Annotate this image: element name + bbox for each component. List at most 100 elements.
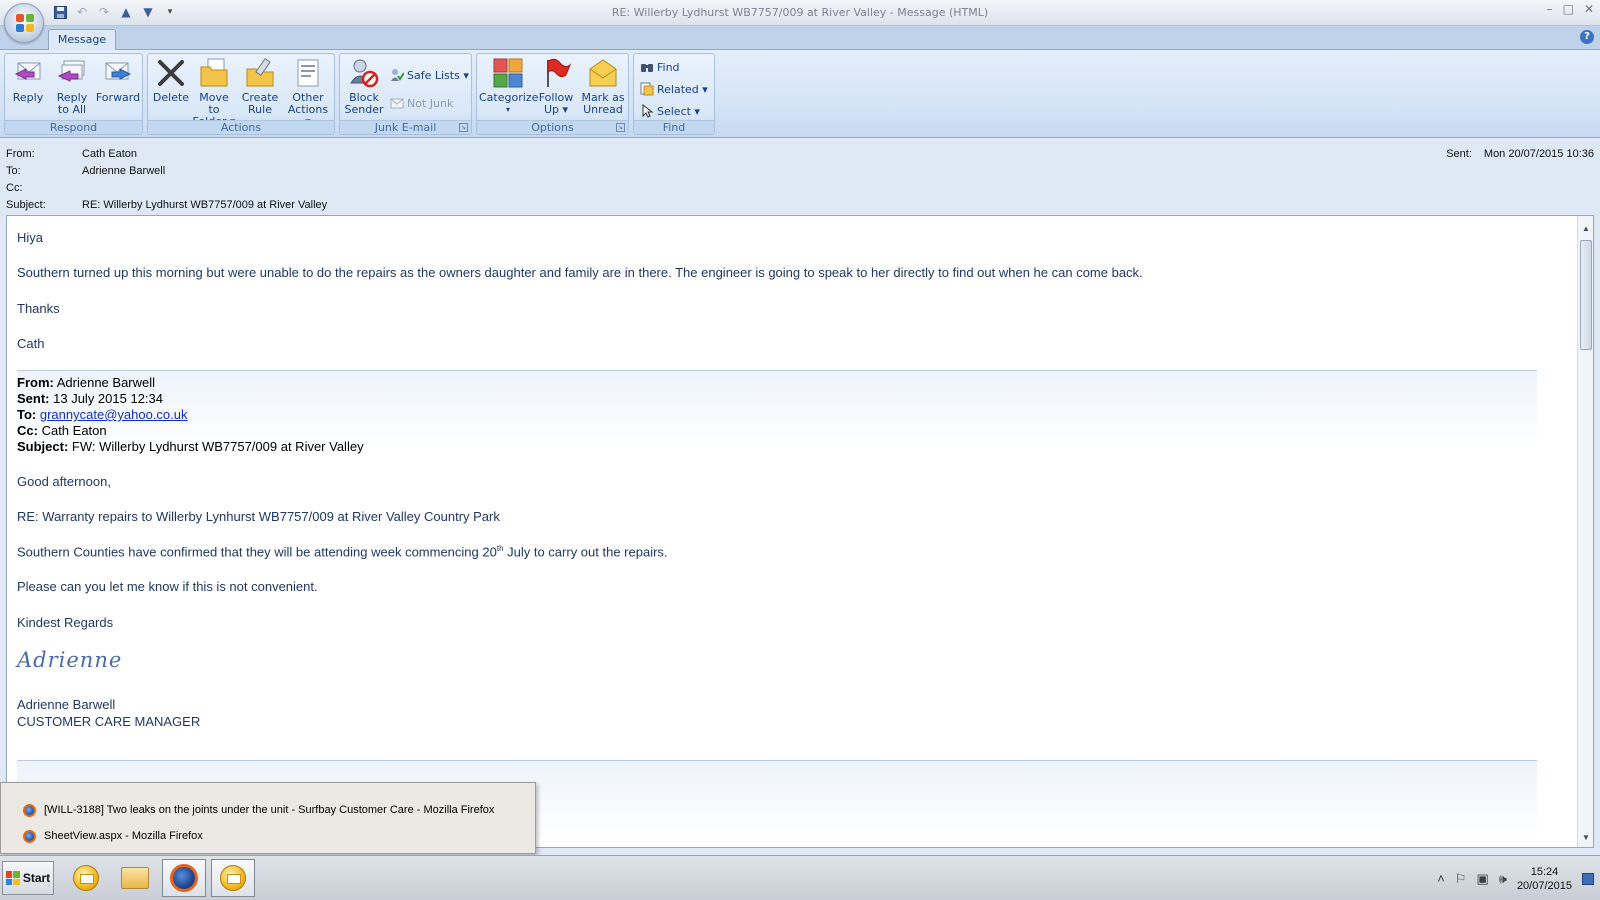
group-junk-label: Junk E-mail ↘ <box>340 120 471 134</box>
find-button[interactable]: Find <box>640 58 680 76</box>
start-label: Start <box>22 871 51 885</box>
popup-item-sheetview[interactable]: SheetView.aspx - Mozilla Firefox <box>23 827 203 845</box>
from-label: From: <box>6 148 35 160</box>
subject-label: Subject: <box>6 199 46 211</box>
other-actions-button[interactable]: Other Actions ▾ <box>284 57 332 128</box>
taskbar-outlook-button[interactable] <box>64 859 108 897</box>
reply-button[interactable]: Reply <box>7 57 49 121</box>
delete-button[interactable]: Delete <box>151 57 191 121</box>
not-junk-label: Not Junk <box>407 96 454 110</box>
system-tray: ˄ ⚐ ▣ 🕪 15:24 20/07/2015 <box>1437 856 1600 900</box>
title-bar: ↶ ↷ ▲ ▼ ▾ RE: Willerby Lydhurst WB7757/0… <box>0 0 1600 26</box>
quoted-to-email-link[interactable]: grannycate@yahoo.co.uk <box>40 407 188 422</box>
forward-icon <box>102 57 134 89</box>
show-hidden-icons-icon[interactable]: ˄ <box>1437 871 1445 886</box>
minimize-button[interactable]: – <box>1547 2 1553 16</box>
help-icon[interactable]: ? <box>1580 30 1594 44</box>
to-label: To: <box>6 165 21 177</box>
quoted-subject-label: Subject: <box>17 439 69 454</box>
folder-move-icon <box>198 57 230 89</box>
quoted-header <box>17 370 1537 450</box>
firefox-window-list-popup: [WILL-3188] Two leaks on the joints unde… <box>0 782 536 854</box>
to-value[interactable]: Adrienne Barwell <box>82 165 165 181</box>
scroll-thumb[interactable] <box>1580 240 1592 350</box>
forward-button[interactable]: Forward <box>95 57 141 121</box>
popup-item-surfbay[interactable]: [WILL-3188] Two leaks on the joints unde… <box>23 801 494 819</box>
popup-item-label: SheetView.aspx - Mozilla Firefox <box>44 830 203 842</box>
start-button[interactable]: Start <box>2 861 54 895</box>
junk-dialog-launcher-icon[interactable]: ↘ <box>459 123 468 132</box>
forward-label: Forward <box>95 91 141 104</box>
block-sender-icon <box>348 57 380 89</box>
reply-all-button[interactable]: Reply to All <box>51 57 93 121</box>
window-title: RE: Willerby Lydhurst WB7757/009 at Rive… <box>611 6 989 19</box>
quoted-regards: Kindest Regards <box>17 615 114 630</box>
categorize-button[interactable]: Categorize ▾ <box>479 57 538 121</box>
network-icon[interactable]: ▣ <box>1476 871 1488 887</box>
header-cc-row: Cc: <box>6 182 82 198</box>
related-label: Related ▾ <box>657 82 708 96</box>
scroll-down-icon[interactable]: ▼ <box>1580 833 1592 845</box>
firefox-icon <box>170 864 198 892</box>
select-label: Select ▾ <box>657 104 700 118</box>
safe-lists-button[interactable]: Safe Lists ▾ <box>390 66 469 84</box>
tab-message[interactable]: Message <box>48 29 116 51</box>
scroll-up-icon[interactable]: ▲ <box>1580 224 1592 236</box>
quoted-from-value: Adrienne Barwell <box>56 375 156 390</box>
taskbar-firefox-button[interactable] <box>162 859 206 897</box>
close-button[interactable]: ✕ <box>1584 2 1594 16</box>
reply-all-icon <box>56 57 88 89</box>
quoted-subject-row: Subject: FW: Willerby Lydhurst WB7757/00… <box>17 439 364 454</box>
mark-as-unread-button[interactable]: Mark as Unread <box>579 57 627 121</box>
related-button[interactable]: Related ▾ <box>640 80 708 98</box>
volume-icon[interactable]: 🕪 <box>1499 871 1507 887</box>
windows-flag-icon <box>5 871 20 885</box>
quoted-sent-row: Sent: 13 July 2015 12:34 <box>17 391 163 406</box>
create-rule-button[interactable]: Create Rule <box>238 57 282 121</box>
move-to-folder-button[interactable]: Move to Folder ▾ <box>192 57 236 128</box>
follow-up-button[interactable]: Follow Up ▾ <box>535 57 577 121</box>
popup-item-label: [WILL-3188] Two leaks on the joints unde… <box>44 804 495 816</box>
body-scrollbar[interactable]: ▲ ▼ <box>1577 216 1593 847</box>
binoculars-icon <box>640 60 654 74</box>
reply-all-label-2: to All <box>57 103 87 116</box>
quoted-cc-row: Cc: Cath Eaton <box>17 423 107 438</box>
quoted-paragraph-1: Southern Counties have confirmed that th… <box>17 544 668 559</box>
from-value[interactable]: Cath Eaton <box>82 148 137 164</box>
quoted-cc-value: Cath Eaton <box>41 423 107 438</box>
not-junk-icon <box>390 96 404 110</box>
body-paragraph-1: Southern turned up this morning but were… <box>17 265 1143 280</box>
quoted-re-line: RE: Warranty repairs to Willerby Lynhurs… <box>17 509 500 524</box>
delete-label: Delete <box>152 91 190 104</box>
other-actions-icon <box>292 57 324 89</box>
quoted-from-label: From: <box>17 375 54 390</box>
quoted-paragraph-1-sup: th <box>496 544 504 553</box>
quoted-paragraph-2: Please can you let me know if this is no… <box>17 579 318 594</box>
block-sender-button[interactable]: Block Sender <box>342 57 386 121</box>
quoted-to-row: To: grannycate@yahoo.co.uk <box>17 407 188 422</box>
taskbar-explorer-button[interactable] <box>113 859 157 897</box>
ribbon: Reply Reply to All Forward Respond Delet… <box>0 50 1600 138</box>
quoted-greeting: Good afternoon, <box>17 474 111 489</box>
not-junk-button[interactable]: Not Junk <box>390 94 453 112</box>
folder-icon <box>121 867 149 889</box>
select-button[interactable]: Select ▾ <box>640 102 700 120</box>
window-controls: – □ ✕ <box>1547 2 1594 16</box>
firefox-icon <box>23 803 36 817</box>
message-body[interactable]: Hiya Southern turned up this morning but… <box>6 215 1594 848</box>
show-desktop-icon[interactable] <box>1582 872 1594 885</box>
taskbar-outlook-message-button[interactable] <box>211 859 255 897</box>
rule-label-2: Rule <box>248 103 272 116</box>
quoted-sent-value: 13 July 2015 12:34 <box>53 391 163 406</box>
header-sent: Sent: Mon 20/07/2015 10:36 <box>1446 148 1594 160</box>
sent-value: Mon 20/07/2015 10:36 <box>1483 148 1594 160</box>
office-button[interactable] <box>4 3 44 43</box>
body-sign: Cath <box>17 336 45 351</box>
follow-up-flag-icon <box>540 57 572 89</box>
maximize-button[interactable]: □ <box>1563 2 1574 16</box>
options-dialog-launcher-icon[interactable]: ↘ <box>616 123 625 132</box>
mark-label-2: Unread <box>583 103 623 116</box>
action-center-flag-icon[interactable]: ⚐ <box>1455 871 1467 887</box>
clock[interactable]: 15:24 20/07/2015 <box>1517 865 1572 893</box>
firefox-icon <box>23 829 36 843</box>
